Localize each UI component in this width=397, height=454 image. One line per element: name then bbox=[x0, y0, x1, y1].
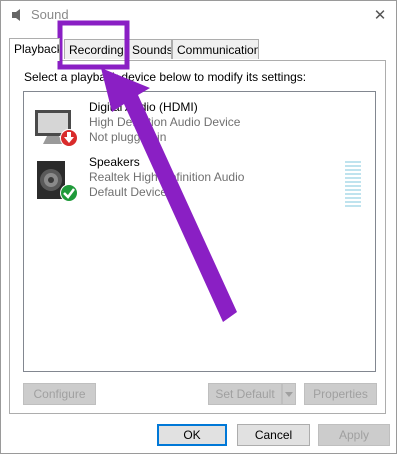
device-name: Digital Audio (HDMI) bbox=[89, 100, 198, 114]
instruction-text: Select a playback device below to modify… bbox=[24, 70, 307, 84]
device-status: Default Device bbox=[89, 185, 168, 199]
title-bar: Sound ✕ bbox=[1, 1, 396, 29]
tab-recording[interactable]: Recording bbox=[64, 39, 127, 59]
speaker-icon bbox=[37, 161, 78, 202]
window-title: Sound bbox=[31, 7, 69, 22]
sound-app-icon bbox=[12, 9, 20, 21]
tab-communications[interactable]: Communications bbox=[172, 39, 259, 59]
green-check-badge bbox=[61, 185, 77, 201]
chevron-down-icon bbox=[285, 391, 293, 397]
device-status: Not plugged in bbox=[89, 130, 167, 144]
configure-button[interactable]: Configure bbox=[23, 383, 96, 405]
device-description: Realtek High Definition Audio bbox=[89, 170, 245, 184]
close-icon: ✕ bbox=[373, 7, 387, 24]
tab-playback[interactable]: Playback bbox=[9, 38, 60, 61]
cancel-button[interactable]: Cancel bbox=[237, 424, 310, 446]
device-description: High Definition Audio Device bbox=[89, 115, 241, 129]
ok-button[interactable]: OK bbox=[157, 424, 227, 446]
properties-button[interactable]: Properties bbox=[304, 383, 377, 405]
list-item[interactable]: Speakers Realtek High Definition Audio D… bbox=[29, 155, 369, 207]
tab-sounds[interactable]: Sounds bbox=[127, 39, 172, 59]
set-default-button[interactable]: Set Default bbox=[208, 383, 282, 405]
set-default-dropdown[interactable] bbox=[282, 383, 296, 405]
apply-button[interactable]: Apply bbox=[318, 424, 390, 446]
monitor-icon bbox=[35, 110, 78, 147]
close-button[interactable]: ✕ bbox=[368, 3, 392, 27]
device-name: Speakers bbox=[89, 155, 140, 169]
list-item[interactable]: Digital Audio (HDMI) High Definition Aud… bbox=[29, 100, 369, 150]
volume-level-meter bbox=[345, 161, 361, 207]
device-list[interactable]: Digital Audio (HDMI) High Definition Aud… bbox=[23, 91, 376, 372]
